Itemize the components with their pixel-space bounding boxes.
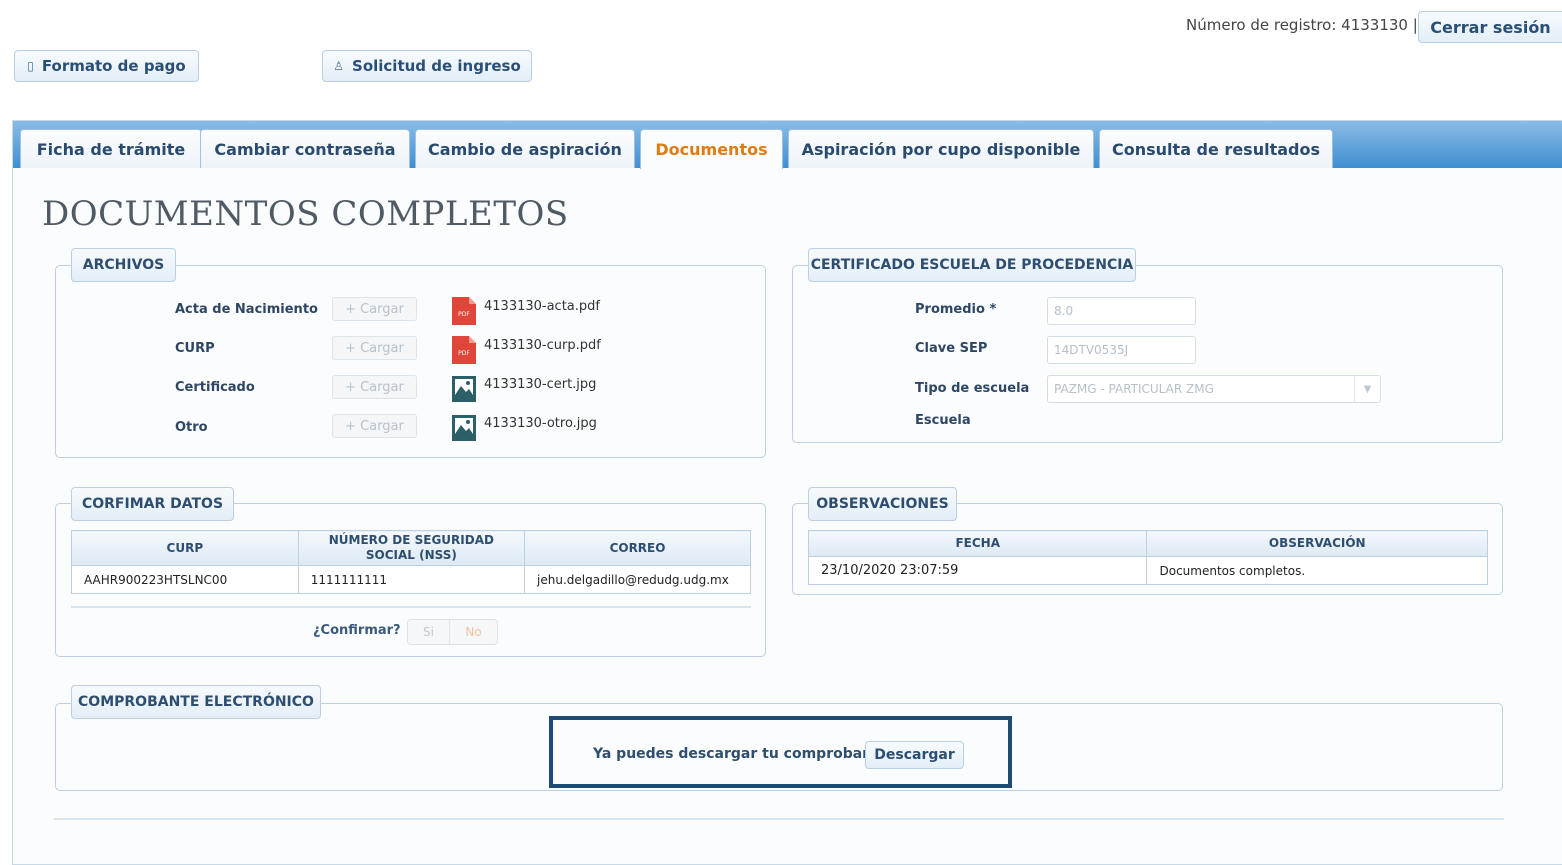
solicitud-ingreso-button[interactable]: ♙ Solicitud de ingreso bbox=[322, 50, 532, 82]
tab-documentos[interactable]: Documentos bbox=[640, 129, 783, 169]
confirm-yes-button[interactable]: Si bbox=[407, 619, 450, 645]
table-header-row: CURP NÚMERO DE SEGURIDAD SOCIAL (NSS) CO… bbox=[71, 530, 751, 566]
upload-label: Cargar bbox=[360, 379, 404, 395]
certificado-file-link[interactable]: 4133130-cert.jpg bbox=[484, 377, 596, 392]
upload-acta-button[interactable]: + Cargar bbox=[332, 297, 417, 321]
document-icon: ▯ bbox=[27, 59, 34, 73]
correo-cell: jehu.delgadillo@redudg.udg.mx bbox=[524, 565, 751, 594]
column-header: OBSERVACIÓN bbox=[1146, 530, 1488, 557]
chevron-down-icon: ▼ bbox=[1354, 376, 1380, 402]
upload-curp-button[interactable]: + Cargar bbox=[332, 336, 417, 360]
observaciones-table: FECHA OBSERVACIÓN 23/10/2020 23:07:59 Do… bbox=[807, 530, 1488, 585]
logout-button[interactable]: Cerrar sesión bbox=[1418, 11, 1562, 43]
tab-ficha-tramite[interactable]: Ficha de trámite bbox=[20, 129, 202, 168]
plus-icon: + bbox=[345, 379, 357, 395]
image-icon bbox=[452, 415, 476, 441]
bottom-divider bbox=[54, 818, 1504, 820]
image-icon bbox=[452, 376, 476, 402]
table-row: 23/10/2020 23:07:59 Documentos completos… bbox=[807, 556, 1488, 585]
column-header: FECHA bbox=[807, 530, 1148, 557]
tipo-escuela-value: PAZMG - PARTICULAR ZMG bbox=[1054, 382, 1214, 396]
tab-aspiracion-cupo[interactable]: Aspiración por cupo disponible bbox=[788, 129, 1094, 168]
upload-certificado-button[interactable]: + Cargar bbox=[332, 375, 417, 399]
observaciones-legend: OBSERVACIONES bbox=[808, 487, 957, 521]
plus-icon: + bbox=[345, 418, 357, 434]
tab-cambiar-contrasena[interactable]: Cambiar contraseña bbox=[200, 129, 410, 168]
comprobante-legend: COMPROBANTE ELECTRÓNICO bbox=[71, 685, 321, 719]
column-header: CORREO bbox=[524, 530, 751, 566]
svg-text:PDF: PDF bbox=[458, 311, 470, 318]
comprobante-message: Ya puedes descargar tu comprobante. bbox=[593, 746, 894, 762]
upload-label: Cargar bbox=[360, 418, 404, 434]
svg-text:PDF: PDF bbox=[458, 350, 470, 357]
plus-icon: + bbox=[345, 301, 357, 317]
certificado-label: Certificado bbox=[175, 380, 255, 395]
observacion-cell: Documentos completos. bbox=[1146, 556, 1488, 585]
formato-pago-label: Formato de pago bbox=[41, 57, 186, 75]
fecha-cell: 23/10/2020 23:07:59 bbox=[807, 556, 1148, 585]
confirm-no-button[interactable]: No bbox=[449, 619, 498, 645]
confirmar-datos-legend: CORFIMAR DATOS bbox=[71, 487, 234, 521]
upload-otro-button[interactable]: + Cargar bbox=[332, 414, 417, 438]
tipo-escuela-label: Tipo de escuela bbox=[915, 381, 1030, 396]
tab-consulta-resultados[interactable]: Consulta de resultados bbox=[1099, 129, 1333, 168]
divider bbox=[71, 606, 751, 608]
tipo-escuela-select[interactable]: PAZMG - PARTICULAR ZMG ▼ bbox=[1047, 375, 1381, 403]
promedio-label: Promedio * bbox=[915, 302, 997, 317]
otro-label: Otro bbox=[175, 420, 208, 435]
formato-pago-button[interactable]: ▯ Formato de pago bbox=[14, 50, 199, 82]
escuela-label: Escuela bbox=[915, 413, 971, 428]
certificado-legend: CERTIFICADO ESCUELA DE PROCEDENCIA bbox=[808, 248, 1136, 282]
curp-cell: AAHR900223HTSLNC00 bbox=[71, 565, 299, 594]
solicitud-ingreso-label: Solicitud de ingreso bbox=[352, 57, 521, 75]
promedio-input[interactable]: 8.0 bbox=[1047, 297, 1196, 325]
tab-cambio-aspiracion[interactable]: Cambio de aspiración bbox=[415, 129, 635, 168]
pdf-icon: PDF bbox=[452, 297, 476, 325]
table-header-row: FECHA OBSERVACIÓN bbox=[807, 530, 1488, 557]
column-header: NÚMERO DE SEGURIDAD SOCIAL (NSS) bbox=[297, 530, 526, 566]
upload-label: Cargar bbox=[360, 301, 404, 317]
tab-bar: Ficha de trámite Cambiar contraseña Camb… bbox=[13, 121, 1562, 169]
table-row: AAHR900223HTSLNC00 1111111111 jehu.delga… bbox=[71, 565, 751, 594]
column-header: CURP bbox=[71, 530, 299, 566]
clave-sep-label: Clave SEP bbox=[915, 341, 988, 356]
confirmar-datos-table: CURP NÚMERO DE SEGURIDAD SOCIAL (NSS) CO… bbox=[71, 530, 751, 594]
download-button[interactable]: Descargar bbox=[865, 741, 964, 769]
curp-file-link[interactable]: 4133130-curp.pdf bbox=[484, 338, 601, 353]
nss-cell: 1111111111 bbox=[297, 565, 526, 594]
archivos-legend: ARCHIVOS bbox=[71, 248, 176, 282]
otro-file-link[interactable]: 4133130-otro.jpg bbox=[484, 416, 597, 431]
acta-file-link[interactable]: 4133130-acta.pdf bbox=[484, 299, 600, 314]
pdf-icon: PDF bbox=[452, 336, 476, 364]
curp-label: CURP bbox=[175, 341, 215, 356]
acta-label: Acta de Nacimiento bbox=[175, 302, 318, 317]
registration-number: Número de registro: 4133130 | bbox=[1186, 16, 1418, 34]
upload-label: Cargar bbox=[360, 340, 404, 356]
plus-icon: + bbox=[345, 340, 357, 356]
confirmar-label: ¿Confirmar? bbox=[313, 623, 401, 638]
clave-sep-input[interactable]: 14DTV0535J bbox=[1047, 336, 1196, 364]
user-icon: ♙ bbox=[333, 59, 345, 73]
page-title: DOCUMENTOS COMPLETOS bbox=[42, 194, 569, 234]
